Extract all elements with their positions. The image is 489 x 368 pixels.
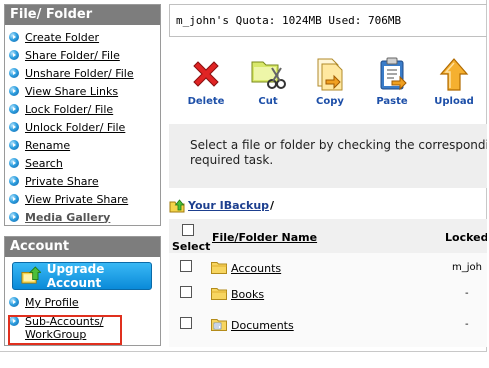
documents-folder-icon xyxy=(211,319,227,331)
quota-text: m_john's Quota: 1024MB Used: 706MB xyxy=(176,14,402,27)
breadcrumb: Your IBackup / xyxy=(169,198,274,213)
row-checkbox[interactable] xyxy=(180,286,192,298)
copy-button[interactable]: Copy xyxy=(299,56,361,107)
name-column-header[interactable]: File/Folder Name xyxy=(212,231,317,244)
menu-unlock[interactable]: Unlock Folder/ File xyxy=(9,118,160,136)
upgrade-account-label: Upgrade Account xyxy=(46,262,105,290)
menu-search[interactable]: Search xyxy=(9,154,160,172)
upload-label: Upload xyxy=(434,96,474,107)
create-folder-link[interactable]: Create Folder xyxy=(25,31,99,44)
folder-link[interactable]: Documents xyxy=(231,319,294,332)
arrow-bullet-icon xyxy=(9,68,19,78)
unshare-link[interactable]: Unshare Folder/ File xyxy=(25,67,134,80)
menu-private-share[interactable]: Private Share xyxy=(9,172,160,190)
delete-button[interactable]: Delete xyxy=(175,56,237,107)
table-row: Documents - xyxy=(169,314,487,336)
folder-icon xyxy=(211,288,227,300)
table-row: Books - xyxy=(169,283,487,305)
arrow-bullet-icon xyxy=(9,194,19,204)
table-row: Accounts m_joh xyxy=(169,257,487,279)
locked-value: - xyxy=(465,288,469,299)
copy-icon xyxy=(317,58,343,91)
row-checkbox[interactable] xyxy=(180,260,192,272)
lock-link[interactable]: Lock Folder/ File xyxy=(25,103,113,116)
arrow-bullet-icon xyxy=(9,176,19,186)
instruction-line1: Select a file or folder by checking the … xyxy=(190,138,487,152)
share-link[interactable]: Share Folder/ File xyxy=(25,49,120,62)
select-all-checkbox[interactable] xyxy=(182,224,194,236)
arrow-bullet-icon xyxy=(9,122,19,132)
instruction-box: Select a file or folder by checking the … xyxy=(169,124,487,188)
menu-create-folder[interactable]: Create Folder xyxy=(9,28,160,46)
instruction-line2: required task. xyxy=(190,153,274,167)
folder-icon xyxy=(211,262,227,274)
file-folder-panel: File/ Folder Create Folder Share Folder/… xyxy=(4,4,161,226)
menu-rename[interactable]: Rename xyxy=(9,136,160,154)
copy-label: Copy xyxy=(316,96,344,107)
private-share-link[interactable]: Private Share xyxy=(25,175,99,188)
delete-label: Delete xyxy=(187,96,225,107)
quota-bar: m_john's Quota: 1024MB Used: 706MB xyxy=(169,4,487,37)
locked-column-header: Locked xyxy=(445,231,487,244)
upload-button[interactable]: Upload xyxy=(423,56,485,107)
file-folder-menu: Create Folder Share Folder/ File Unshare… xyxy=(5,25,160,226)
folder-link[interactable]: Accounts xyxy=(231,262,281,275)
paste-label: Paste xyxy=(376,96,408,107)
menu-lock[interactable]: Lock Folder/ File xyxy=(9,100,160,118)
upgrade-arrow-icon xyxy=(21,266,41,284)
menu-view-share-links[interactable]: View Share Links xyxy=(9,82,160,100)
file-folder-header: File/ Folder xyxy=(5,5,160,25)
cut-button[interactable]: Cut xyxy=(237,56,299,107)
menu-unshare[interactable]: Unshare Folder/ File xyxy=(9,64,160,82)
table-header: Select File/Folder Name Locked xyxy=(169,219,487,253)
upload-icon xyxy=(439,58,469,91)
file-toolbar: Delete Cut Copy Paste Upload xyxy=(175,56,485,107)
paste-icon xyxy=(380,57,407,91)
arrow-bullet-icon xyxy=(9,158,19,168)
account-maintenance-header: Account Maintenance xyxy=(5,237,160,274)
arrow-bullet-icon xyxy=(9,140,19,150)
cut-icon xyxy=(251,61,286,89)
paste-button[interactable]: Paste xyxy=(361,56,423,107)
arrow-bullet-icon xyxy=(9,32,19,42)
locked-value: m_joh xyxy=(452,262,482,273)
select-column-header: Select xyxy=(172,240,211,253)
arrow-bullet-icon xyxy=(9,297,19,307)
arrow-bullet-icon xyxy=(9,212,19,222)
arrow-bullet-icon xyxy=(9,50,19,60)
rename-link[interactable]: Rename xyxy=(25,139,70,152)
media-gallery-link[interactable]: Media Gallery xyxy=(25,211,110,224)
highlight-annotation xyxy=(8,315,122,345)
file-table: Select File/Folder Name Locked Accounts … xyxy=(169,219,487,347)
view-share-links-link[interactable]: View Share Links xyxy=(25,85,118,98)
arrow-bullet-icon xyxy=(9,86,19,96)
menu-media-gallery[interactable]: Media Gallery xyxy=(9,208,160,226)
locked-value: - xyxy=(465,319,469,330)
search-link[interactable]: Search xyxy=(25,157,63,170)
unlock-link[interactable]: Unlock Folder/ File xyxy=(25,121,125,134)
menu-view-private-share[interactable]: View Private Share xyxy=(9,190,160,208)
upgrade-account-button[interactable]: Upgrade Account xyxy=(12,262,152,290)
home-folder-icon xyxy=(169,199,185,213)
view-private-share-link[interactable]: View Private Share xyxy=(25,193,128,206)
delete-icon xyxy=(193,61,219,87)
row-checkbox[interactable] xyxy=(180,317,192,329)
breadcrumb-root-link[interactable]: Your IBackup xyxy=(188,199,269,212)
menu-share[interactable]: Share Folder/ File xyxy=(9,46,160,64)
my-profile-link[interactable]: My Profile xyxy=(25,296,79,309)
breadcrumb-separator: / xyxy=(270,199,275,212)
arrow-bullet-icon xyxy=(9,104,19,114)
folder-link[interactable]: Books xyxy=(231,288,264,301)
cut-label: Cut xyxy=(258,96,278,107)
account-maintenance-panel: Account Maintenance Upgrade Account My P… xyxy=(4,236,161,346)
menu-my-profile[interactable]: My Profile xyxy=(9,296,104,309)
